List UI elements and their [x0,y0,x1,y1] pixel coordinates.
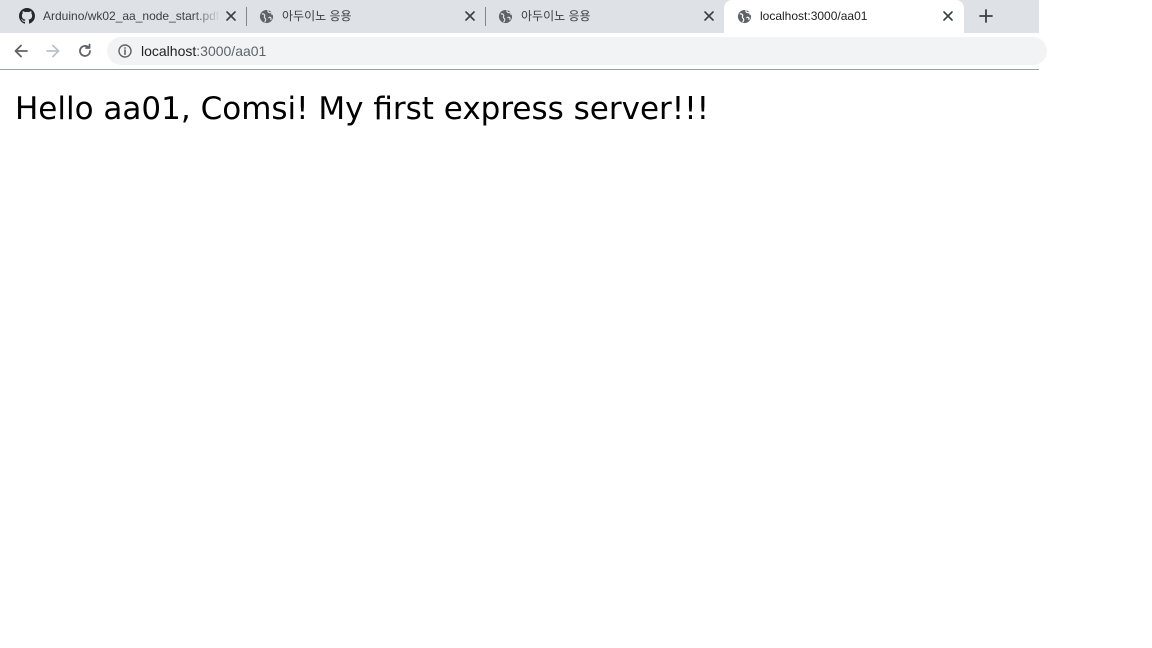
tab-github-pdf[interactable]: Arduino/wk02_aa_node_start.pdf [0,0,246,33]
reload-icon [77,43,93,59]
browser-chrome: Arduino/wk02_aa_node_start.pdf 아두이노 응용 아… [0,0,1047,70]
github-icon [19,8,35,24]
globe-icon [497,8,513,24]
reload-button[interactable] [73,39,97,63]
new-tab-button[interactable] [974,4,998,28]
arrow-left-icon [13,43,29,59]
arrow-right-icon [45,43,61,59]
page-heading: Hello aa01, Comsi! My first express serv… [15,91,710,127]
tab-title: localhost:3000/aa01 [760,9,868,23]
page-content: Hello aa01, Comsi! My first express serv… [0,70,1152,648]
globe-icon [736,8,752,24]
url-host: localhost [141,43,197,59]
globe-icon [258,8,274,24]
tab-title: 아두이노 응용 [282,9,352,23]
plus-icon [979,9,993,23]
address-bar[interactable]: localhost:3000/aa01 [107,37,1047,65]
close-icon[interactable] [941,9,955,23]
close-icon[interactable] [702,9,716,23]
close-icon[interactable] [463,9,477,23]
tab-title: Arduino/wk02_aa_node_start.pdf [43,9,220,23]
browser-toolbar: localhost:3000/aa01 [0,33,1047,69]
tab-title: 아두이노 응용 [521,9,591,23]
url-path: :3000/aa01 [196,43,267,59]
tab-arduino-1[interactable]: 아두이노 응용 [247,0,485,33]
tab-localhost-active[interactable]: localhost:3000/aa01 [724,0,964,33]
back-button[interactable] [9,39,33,63]
close-icon[interactable] [224,9,238,23]
tab-arduino-2[interactable]: 아두이노 응용 [486,0,724,33]
forward-button[interactable] [41,39,65,63]
url-text[interactable]: localhost:3000/aa01 [141,43,266,59]
tab-strip: Arduino/wk02_aa_node_start.pdf 아두이노 응용 아… [0,0,1039,33]
info-circle-icon[interactable] [117,43,133,59]
